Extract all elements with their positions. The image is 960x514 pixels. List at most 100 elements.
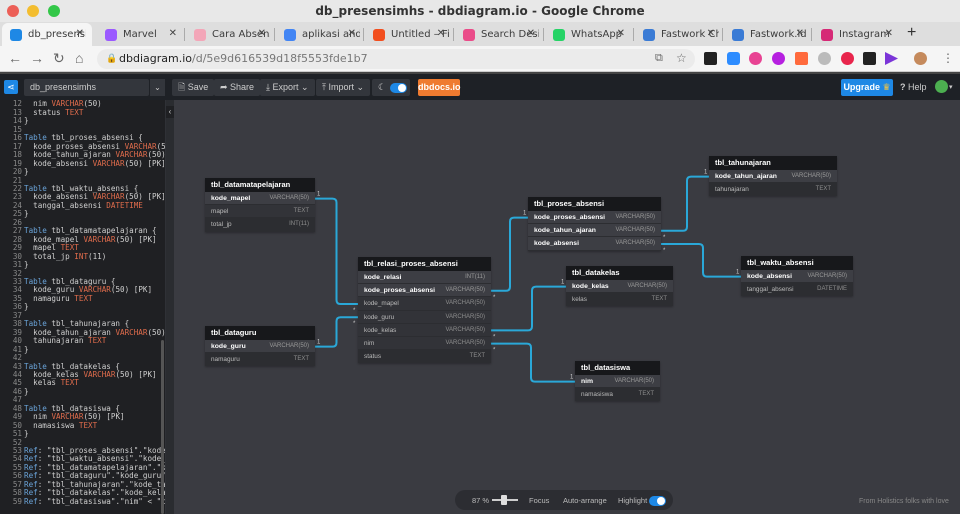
table-column[interactable]: kode_tahun_ajaran VARCHAR(50)	[709, 170, 837, 184]
save-button[interactable]: 🗎 Save	[172, 79, 215, 96]
editor-scrollbar[interactable]	[161, 340, 164, 514]
table-datasiswa[interactable]: tbl_datasiswa nim VARCHAR(50) namasiswa TEXT	[575, 361, 660, 402]
tab-instagram[interactable]: Instagram ✕	[813, 23, 901, 46]
table-column[interactable]: kode_mapel VARCHAR(50)	[358, 297, 491, 311]
profile-avatar[interactable]	[914, 52, 927, 65]
notion-extension-icon[interactable]	[704, 52, 717, 65]
table-column[interactable]: tanggal_absensi DATETIME	[741, 283, 853, 297]
tab-marvel[interactable]: Marvel ✕	[97, 23, 185, 46]
close-tab-icon[interactable]: ✕	[796, 28, 804, 39]
table-tahunajaran[interactable]: tbl_tahunajaran kode_tahun_ajaran VARCHAR(…	[709, 156, 837, 197]
close-tab-icon[interactable]: ✕	[885, 28, 893, 39]
dbml-code[interactable]: kode_kelas VARCHAR(50) nim VARCHAR(50) s…	[24, 100, 165, 506]
chart-extension-icon[interactable]	[795, 52, 808, 65]
table-header[interactable]: tbl_tahunajaran	[709, 156, 837, 170]
table-waktu[interactable]: tbl_waktu_absensi kode_absensi VARCHAR(50)…	[741, 256, 853, 297]
table-column[interactable]: kode_proses_absensi VARCHAR(50)	[528, 211, 661, 225]
close-tab-icon[interactable]: ✕	[169, 28, 177, 39]
dbdocs-button[interactable]: dbdocs.io	[418, 79, 461, 96]
table-dataguru[interactable]: tbl_dataguru kode_guru VARCHAR(50) namaguru…	[205, 326, 315, 367]
tab-dbdiagram[interactable]: db_presensimhs✕	[2, 23, 92, 46]
extension-evernote-icon[interactable]	[863, 52, 876, 65]
url-input[interactable]: 🔒 dbdiagram.io/d/5e9d616539d18f5553fde1b…	[97, 49, 695, 69]
editor-resize-handle[interactable]: ‹	[166, 100, 174, 514]
table-header[interactable]: tbl_relasi_proses_absensi	[358, 257, 491, 271]
table-column[interactable]: namaguru TEXT	[205, 353, 315, 367]
table-header[interactable]: tbl_waktu_absensi	[741, 256, 853, 270]
close-tab-icon[interactable]: ✕	[76, 28, 84, 39]
close-tab-icon[interactable]: ✕	[617, 28, 625, 39]
focus-button[interactable]: Focus	[529, 496, 549, 505]
forward-icon[interactable]: →	[30, 50, 44, 66]
auto-arrange-button[interactable]: Auto-arrange	[563, 496, 607, 505]
table-header[interactable]: tbl_proses_absensi	[528, 197, 661, 211]
table-column[interactable]: kode_tahun_ajaran VARCHAR(50)	[528, 224, 661, 238]
reload-icon[interactable]: ↻	[53, 50, 65, 67]
table-column[interactable]: kelas TEXT	[566, 293, 673, 307]
project-name-field[interactable]: db_presensimhs	[24, 79, 149, 96]
tab-dribbble[interactable]: Search Design✕	[455, 23, 543, 46]
table-proses[interactable]: tbl_proses_absensi kode_proses_absensi VAR…	[528, 197, 661, 251]
export-button[interactable]: ⤓ Export ⌄	[260, 79, 315, 96]
table-column[interactable]: kode_relasi INT(11)	[358, 271, 491, 285]
table-column[interactable]: mapel TEXT	[205, 205, 315, 219]
user-avatar[interactable]	[935, 80, 948, 93]
diagram-canvas[interactable]	[174, 100, 960, 514]
collapse-editor-chevron-icon[interactable]: ‹	[166, 106, 174, 118]
table-header[interactable]: tbl_datamatapelajaran	[205, 178, 315, 192]
table-column[interactable]: kode_mapel VARCHAR(50)	[205, 192, 315, 206]
close-tab-icon[interactable]: ✕	[348, 28, 356, 39]
zoom-slider[interactable]	[492, 495, 518, 505]
table-column[interactable]: kode_proses_absensi VARCHAR(50)	[358, 284, 491, 298]
table-column[interactable]: nim VARCHAR(50)	[358, 337, 491, 351]
back-icon[interactable]: ←	[8, 50, 22, 66]
project-dropdown-chevron-icon[interactable]: ⌄	[150, 79, 165, 96]
share-button[interactable]: ➦ Share	[214, 79, 261, 96]
dbdiagram-logo-icon[interactable]: ⋖	[4, 80, 18, 94]
link-extension-icon[interactable]	[818, 52, 831, 65]
tab-whatsapp[interactable]: WhatsApp ✕	[545, 23, 633, 46]
dark-mode-toggle[interactable]: ☾	[372, 79, 410, 96]
tab-google[interactable]: aplikasi android✕	[276, 23, 364, 46]
translate-icon[interactable]: ⧉	[655, 52, 663, 65]
table-column[interactable]: tahunajaran TEXT	[709, 183, 837, 197]
tab-fastwork[interactable]: Fastwork.id ✕	[724, 23, 812, 46]
table-column[interactable]: kode_guru VARCHAR(50)	[358, 311, 491, 324]
chrome-menu-icon[interactable]: ⋮	[942, 51, 954, 65]
colorpicker-extension-icon[interactable]	[749, 52, 762, 65]
extension-icon[interactable]	[772, 52, 785, 65]
table-header[interactable]: tbl_dataguru	[205, 326, 315, 340]
tab-figma[interactable]: Untitled – Figma✕	[365, 23, 453, 46]
play-extension-icon[interactable]	[885, 52, 898, 65]
close-tab-icon[interactable]: ✕	[258, 28, 266, 39]
close-tab-icon[interactable]: ✕	[707, 28, 715, 39]
highlight-toggle[interactable]	[649, 496, 666, 506]
help-button[interactable]: ? Help	[900, 79, 927, 96]
table-column[interactable]: kode_absensi VARCHAR(50)	[528, 237, 661, 251]
table-datamatapelajaran[interactable]: tbl_datamatapelajaran kode_mapel VARCHAR(5…	[205, 178, 315, 232]
home-icon[interactable]: ⌂	[75, 50, 83, 66]
table-column[interactable]: nim VARCHAR(50)	[575, 375, 660, 389]
table-column[interactable]: kode_kelas VARCHAR(50)	[358, 324, 491, 337]
new-tab-button[interactable]: +	[907, 24, 916, 42]
table-column[interactable]: status TEXT	[358, 350, 491, 364]
close-tab-icon[interactable]: ✕	[527, 28, 535, 39]
code-editor[interactable]: 11 12 13 14 15 16 17 18 19 20 21 22 23 2…	[0, 100, 165, 514]
table-relasi[interactable]: tbl_relasi_proses_absensi kode_relasi INT(…	[358, 257, 491, 364]
table-column[interactable]: kode_kelas VARCHAR(50)	[566, 280, 673, 294]
table-column[interactable]: kode_guru VARCHAR(50)	[205, 340, 315, 354]
import-button[interactable]: ⤒ Import ⌄	[316, 79, 371, 96]
tab-fastwork[interactable]: Fastwork Chat✕	[635, 23, 723, 46]
dark-mode-switch[interactable]	[390, 83, 407, 93]
table-column[interactable]: total_jp INT(11)	[205, 218, 315, 232]
bookmark-star-icon[interactable]: ☆	[676, 51, 687, 65]
extension-t-icon[interactable]	[841, 52, 854, 65]
close-tab-icon[interactable]: ✕	[437, 28, 445, 39]
tab-cara[interactable]: Cara Absensi✕	[186, 23, 274, 46]
table-column[interactable]: namasiswa TEXT	[575, 388, 660, 402]
table-datakelas[interactable]: tbl_datakelas kode_kelas VARCHAR(50) kelas T…	[566, 266, 673, 307]
table-header[interactable]: tbl_datakelas	[566, 266, 673, 280]
upgrade-button[interactable]: Upgrade ♛	[841, 79, 893, 96]
table-header[interactable]: tbl_datasiswa	[575, 361, 660, 375]
table-column[interactable]: kode_absensi VARCHAR(50)	[741, 270, 853, 284]
